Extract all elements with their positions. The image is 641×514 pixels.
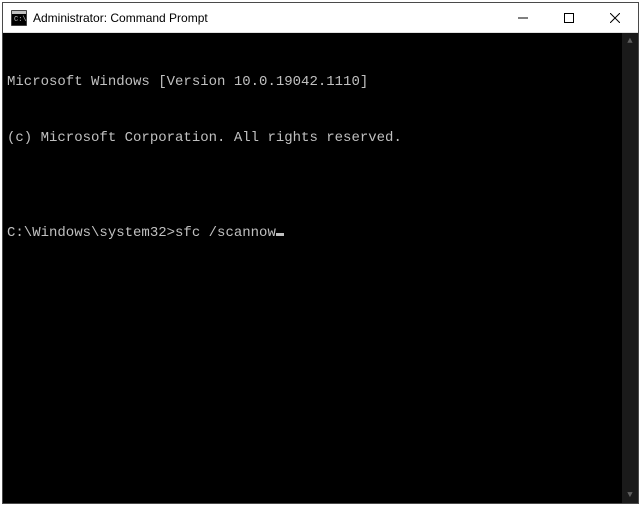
cmd-icon: C:\: [11, 10, 27, 26]
scroll-down-arrow[interactable]: ▼: [622, 487, 638, 503]
version-line: Microsoft Windows [Version 10.0.19042.11…: [7, 73, 634, 92]
titlebar[interactable]: C:\ Administrator: Command Prompt: [3, 3, 638, 33]
command-prompt-window: C:\ Administrator: Command Prompt: [2, 2, 639, 504]
scroll-track[interactable]: [622, 49, 638, 487]
prompt-text: C:\Windows\system32>: [7, 224, 175, 243]
copyright-line: (c) Microsoft Corporation. All rights re…: [7, 129, 634, 148]
svg-text:C:\: C:\: [14, 16, 27, 24]
minimize-button[interactable]: [500, 3, 546, 33]
vertical-scrollbar[interactable]: ▲ ▼: [622, 33, 638, 503]
prompt-line: C:\Windows\system32>sfc /scannow: [7, 224, 634, 243]
command-text: sfc /scannow: [175, 224, 276, 243]
close-button[interactable]: [592, 3, 638, 33]
window-controls: [500, 3, 638, 32]
scroll-up-arrow[interactable]: ▲: [622, 33, 638, 49]
maximize-icon: [564, 13, 574, 23]
terminal-area[interactable]: Microsoft Windows [Version 10.0.19042.11…: [3, 33, 638, 503]
maximize-button[interactable]: [546, 3, 592, 33]
close-icon: [610, 13, 620, 23]
text-cursor: [276, 233, 284, 236]
window-title: Administrator: Command Prompt: [33, 11, 500, 25]
minimize-icon: [518, 13, 528, 23]
